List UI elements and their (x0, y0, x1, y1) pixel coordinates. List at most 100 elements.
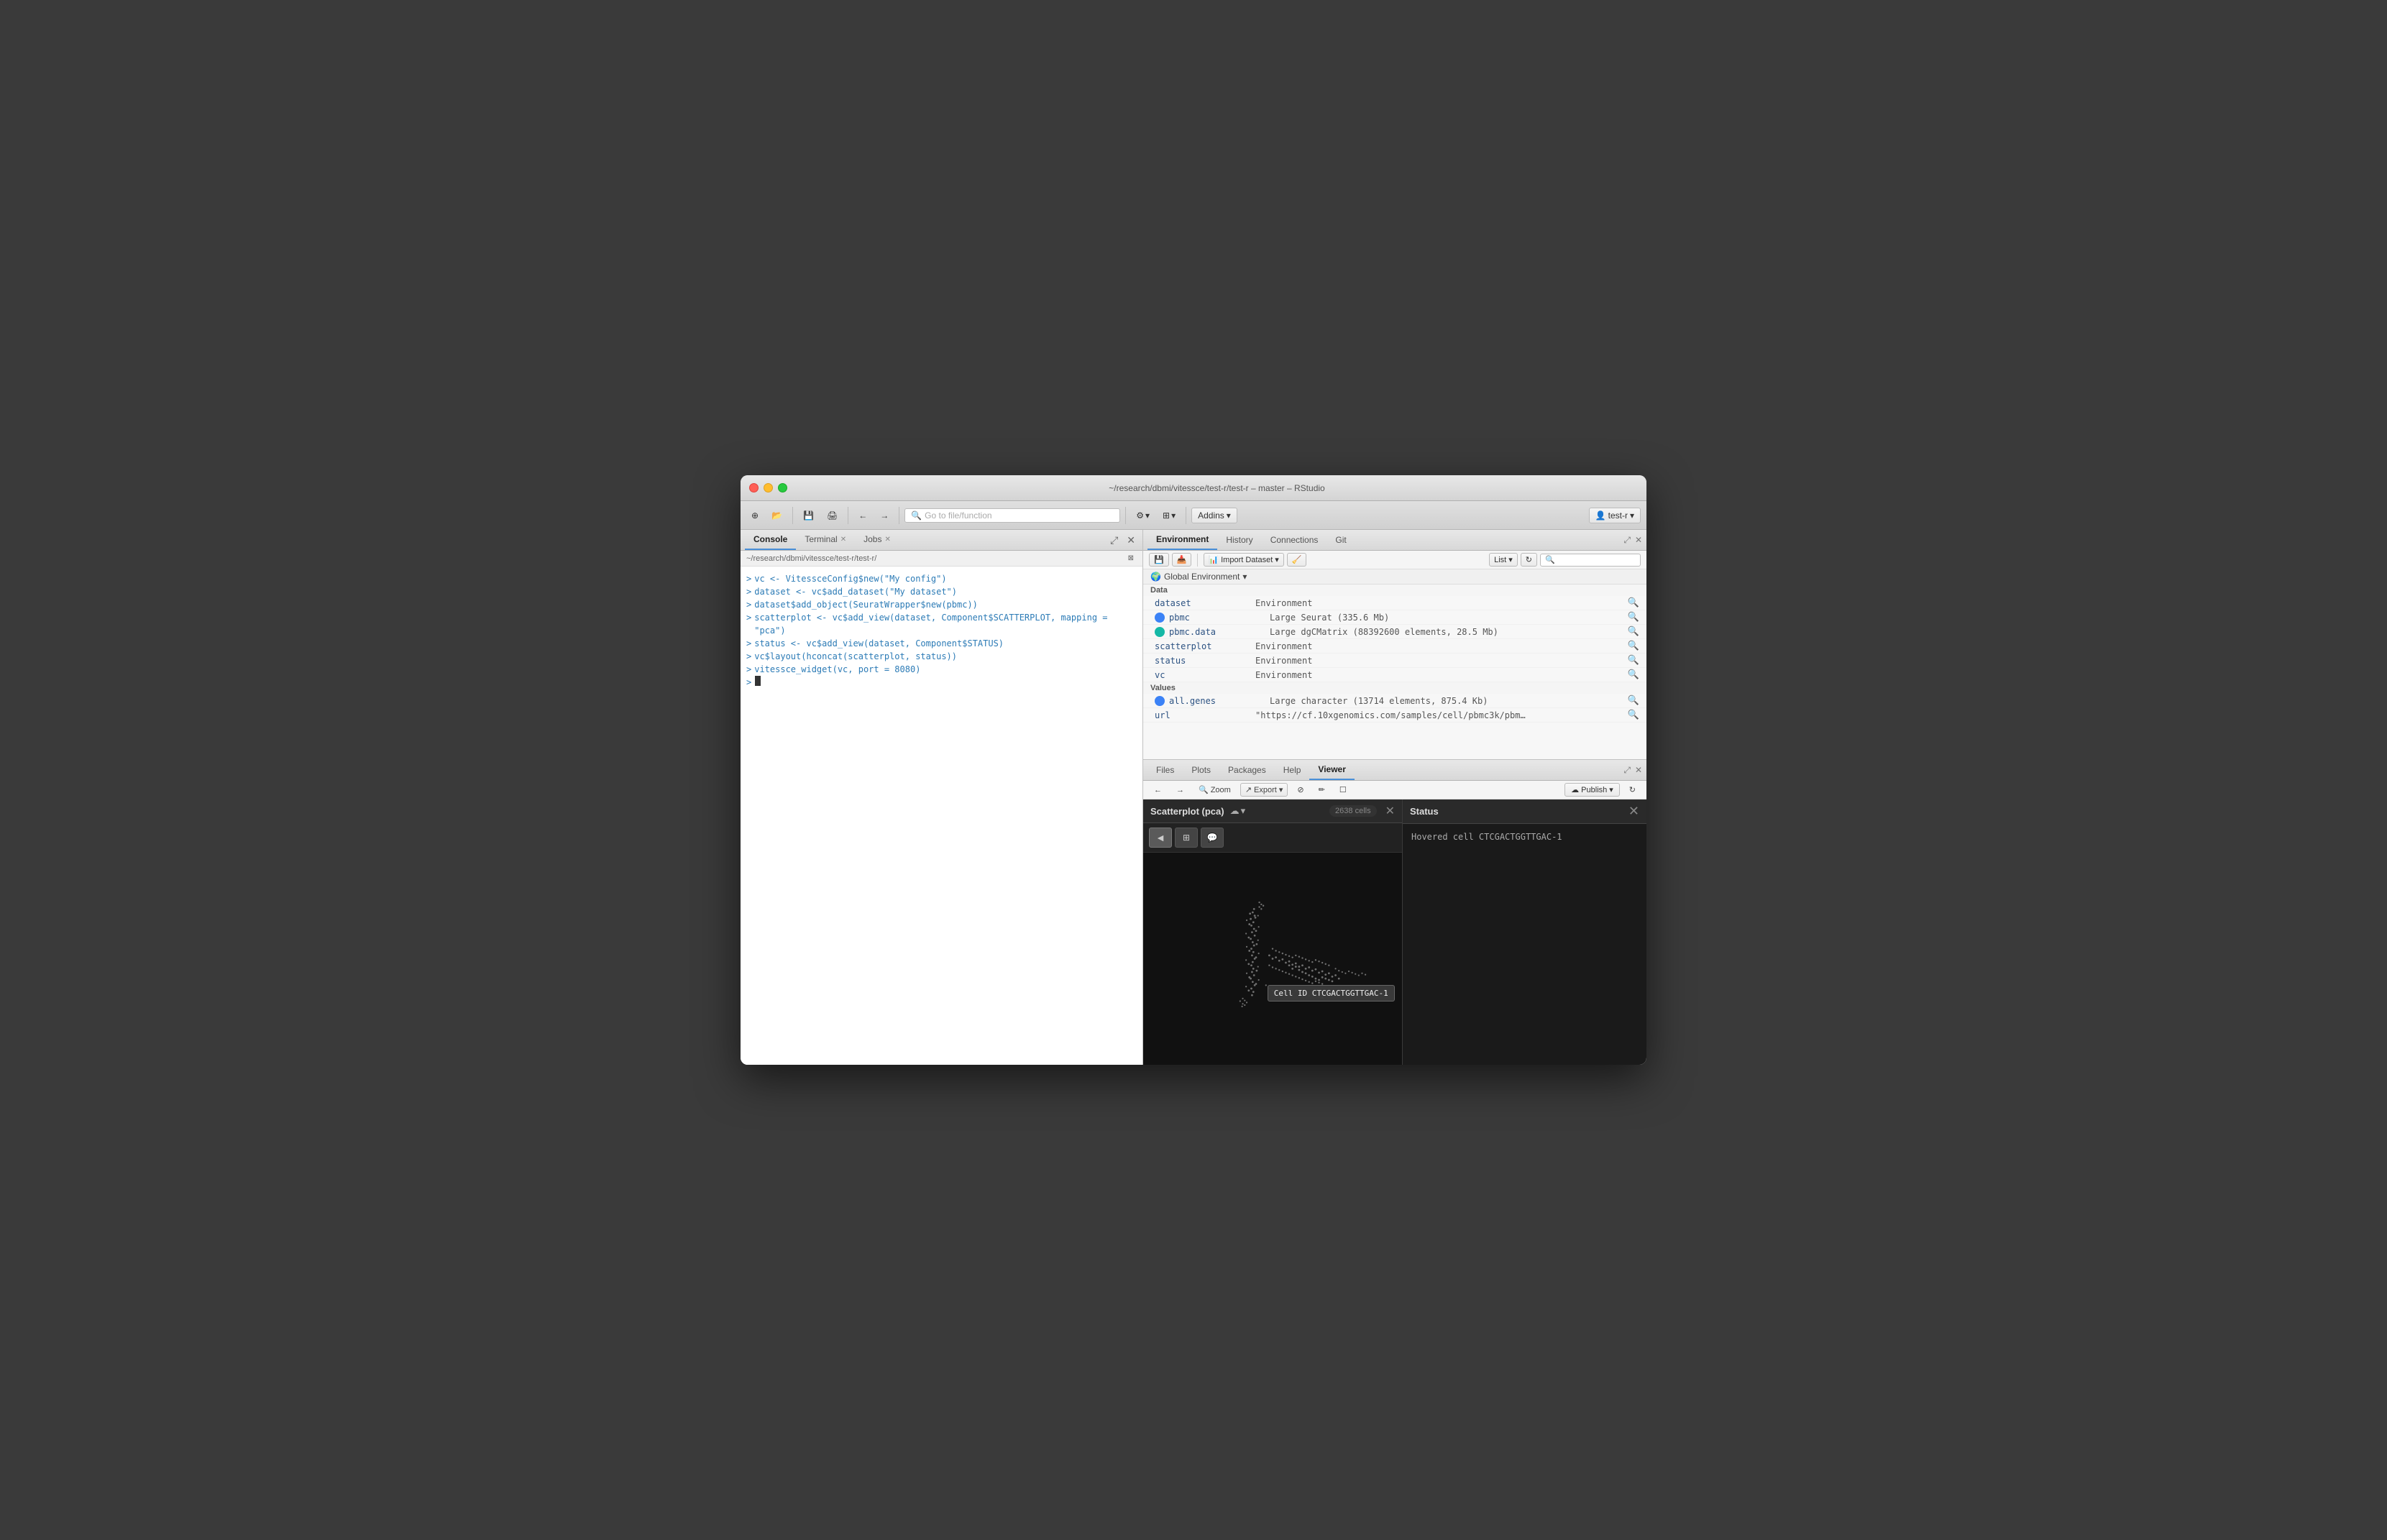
save-env-button[interactable]: 💾 (1149, 553, 1169, 567)
scatter-title: Scatterplot (pca) (1150, 806, 1224, 817)
env-name-pbmc-data: pbmc.data (1169, 627, 1270, 637)
addins-label: Addins (1198, 510, 1224, 521)
viewer-clear-button[interactable]: ☐ (1334, 783, 1352, 797)
env-magnify-scatterplot[interactable]: 🔍 (1628, 641, 1639, 651)
console-line-2: > dataset <- vc$add_dataset("My dataset"… (746, 585, 1137, 598)
tab-help[interactable]: Help (1275, 761, 1310, 779)
viewer-zoom-button[interactable]: 🔍 Zoom (1194, 783, 1236, 797)
status-close-button[interactable]: ✕ (1628, 804, 1639, 819)
tab-git[interactable]: Git (1327, 531, 1355, 549)
env-row-all-genes[interactable]: all.genes Large character (13714 element… (1143, 694, 1646, 708)
tab-help-label: Help (1283, 765, 1301, 775)
clear-env-button[interactable]: 🧹 (1287, 553, 1307, 567)
env-value-pbmc: Large Seurat (335.6 Mb) (1270, 613, 1628, 623)
tab-plots[interactable]: Plots (1183, 761, 1219, 779)
nav-forward-button[interactable]: → (875, 508, 894, 523)
viewer-panel-controls: ⤢ ✕ (1623, 765, 1642, 776)
addins-button[interactable]: Addins ▾ (1191, 508, 1237, 523)
env-refresh-button[interactable]: ↻ (1521, 553, 1537, 567)
viewer-forward-button[interactable]: → (1171, 784, 1189, 797)
env-row-pbmc[interactable]: pbmc Large Seurat (335.6 Mb) 🔍 (1143, 610, 1646, 625)
viewer-close-icon[interactable]: ✕ (1635, 765, 1642, 776)
open-file-button[interactable]: 📂 (766, 508, 787, 523)
viewer-refresh-button[interactable]: ↻ (1624, 783, 1641, 797)
env-value-vc: Environment (1255, 670, 1628, 680)
viewer-back-button[interactable]: ← (1149, 784, 1167, 797)
viewer-content: Scatterplot (pca) ☁ ▾ 2638 cells ✕ ◄ (1143, 799, 1646, 1065)
tab-console[interactable]: Console (745, 530, 796, 550)
left-panel-close-button[interactable]: ✕ (1124, 533, 1138, 548)
code-tools-button[interactable]: ⚙ ▾ (1131, 508, 1155, 523)
env-row-status[interactable]: status Environment 🔍 (1143, 654, 1646, 668)
save-button[interactable]: 💾 (798, 508, 819, 523)
env-magnify-all-genes[interactable]: 🔍 (1628, 695, 1639, 706)
list-view-button[interactable]: List ▾ (1489, 553, 1518, 567)
left-panel-expand-button[interactable]: ⤢ (1107, 533, 1121, 548)
tab-files[interactable]: Files (1147, 761, 1183, 779)
code-6: vc$layout(hconcat(scatterplot, status)) (754, 650, 957, 663)
console-clear-button[interactable]: ⊠ (1125, 553, 1137, 564)
env-panel-controls: ⤢ ✕ (1623, 535, 1642, 546)
hovered-cell-text: Hovered cell CTCGACTGGTTGAC-1 (1411, 832, 1562, 842)
env-magnify-url[interactable]: 🔍 (1628, 710, 1639, 720)
lasso-icon: 💬 (1207, 833, 1218, 843)
tab-connections[interactable]: Connections (1262, 531, 1327, 549)
env-magnify-pbmc-data[interactable]: 🔍 (1628, 626, 1639, 637)
env-row-url[interactable]: url "https://cf.10xgenomics.com/samples/… (1143, 708, 1646, 723)
tab-environment[interactable]: Environment (1147, 530, 1217, 550)
scatter-close-button[interactable]: ✕ (1385, 804, 1395, 818)
import-dataset-button[interactable]: 📊 Import Dataset ▾ (1204, 553, 1283, 567)
tab-history[interactable]: History (1217, 531, 1261, 549)
env-value-status: Environment (1255, 656, 1628, 666)
tab-packages[interactable]: Packages (1219, 761, 1275, 779)
print-button[interactable]: 🖨 (822, 508, 843, 523)
env-magnify-dataset[interactable]: 🔍 (1628, 597, 1639, 608)
env-row-dataset[interactable]: dataset Environment 🔍 (1143, 596, 1646, 610)
env-expand-icon[interactable]: ⤢ (1623, 535, 1631, 546)
env-search-input[interactable] (1540, 554, 1641, 567)
minimize-button[interactable] (764, 483, 773, 492)
tab-terminal-label: Terminal (805, 534, 837, 544)
nav-back-button[interactable]: ← (853, 508, 872, 523)
env-magnify-pbmc[interactable]: 🔍 (1628, 612, 1639, 623)
new-file-icon: ⊕ (751, 510, 759, 521)
env-row-vc[interactable]: vc Environment 🔍 (1143, 668, 1646, 682)
prompt-cursor: > (746, 676, 751, 689)
goto-file-box[interactable]: 🔍 Go to file/function (904, 508, 1120, 523)
goto-placeholder: Go to file/function (925, 510, 991, 521)
env-row-scatterplot[interactable]: scatterplot Environment 🔍 (1143, 639, 1646, 654)
scatter-cloud-button[interactable]: ☁ ▾ (1230, 805, 1246, 817)
load-env-button[interactable]: 📥 (1172, 553, 1192, 567)
env-close-icon[interactable]: ✕ (1635, 535, 1642, 546)
console-cursor (755, 676, 761, 686)
close-button[interactable] (749, 483, 759, 492)
maximize-button[interactable] (778, 483, 787, 492)
viewer-brush-button[interactable]: ✏ (1314, 783, 1330, 797)
viewer-options-button[interactable]: ⊞ ▾ (1158, 508, 1181, 523)
code-3: dataset$add_object(SeuratWrapper$new(pbm… (754, 598, 978, 611)
box-select-tool-button[interactable]: ⊞ (1175, 828, 1198, 848)
tab-terminal[interactable]: Terminal ✕ (796, 530, 855, 550)
viewer-expand-icon[interactable]: ⤢ (1623, 765, 1631, 776)
env-row-pbmc-data[interactable]: pbmc.data Large dgCMatrix (88392600 elem… (1143, 625, 1646, 639)
env-value-dataset: Environment (1255, 598, 1628, 608)
select-tool-button[interactable]: ◄ (1149, 828, 1172, 848)
jobs-close-icon[interactable]: ✕ (884, 536, 890, 544)
console-line-6: > vc$layout(hconcat(scatterplot, status)… (746, 650, 1137, 663)
env-name-vc: vc (1155, 670, 1255, 680)
env-magnify-status[interactable]: 🔍 (1628, 655, 1639, 666)
status-panel-title: Status (1410, 806, 1439, 817)
prompt-1: > (746, 572, 751, 585)
new-file-button[interactable]: ⊕ (746, 508, 764, 523)
env-magnify-vc[interactable]: 🔍 (1628, 669, 1639, 680)
viewer-export-button[interactable]: ↗ Export ▾ (1240, 783, 1288, 797)
terminal-close-icon[interactable]: ✕ (840, 536, 846, 544)
publish-button[interactable]: ☁ Publish ▾ (1564, 783, 1620, 797)
lasso-tool-button[interactable]: 💬 (1201, 828, 1224, 848)
user-button[interactable]: 👤 test-r ▾ (1589, 508, 1641, 523)
viewer-stop-button[interactable]: ⊘ (1292, 783, 1309, 797)
tab-jobs[interactable]: Jobs ✕ (855, 530, 899, 550)
tab-viewer[interactable]: Viewer (1309, 760, 1354, 780)
global-env-arrow: ▾ (1242, 572, 1247, 582)
left-panel: Console Terminal ✕ Jobs ✕ ⤢ ✕ ~/research… (741, 530, 1143, 1065)
